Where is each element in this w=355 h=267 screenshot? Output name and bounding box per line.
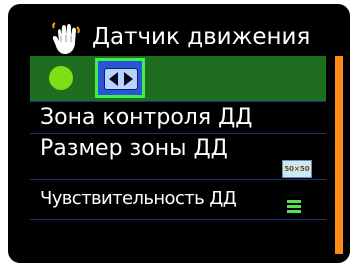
menu-item-empty [30, 220, 326, 256]
left-right-arrows-button[interactable] [95, 58, 145, 98]
green-dot-icon [49, 66, 73, 90]
menu-item-control-zone[interactable]: Зона контроля ДД [30, 102, 326, 134]
hand-motion-icon [52, 22, 80, 54]
arrows-glyph-icon [109, 72, 133, 86]
menu-item-sensitivity[interactable]: Чувствительность ДД [30, 180, 326, 220]
settings-menu: Зона контроля ДД Размер зоны ДД 50×50 Чу… [30, 56, 326, 256]
left-right-arrows-icon [104, 68, 138, 90]
menu-item-zone-size[interactable]: Размер зоны ДД 50×50 [30, 134, 326, 180]
zone-size-badge: 50×50 [282, 160, 312, 178]
title-bar: Датчик движения [8, 20, 350, 60]
menu-item-label: Чувствительность ДД [40, 188, 237, 209]
menu-scrollbar[interactable] [335, 56, 343, 254]
menu-item-label: Зона контроля ДД [40, 105, 253, 130]
screen-title: Датчик движения [92, 24, 311, 50]
osd-screen: Датчик движения Зона контроля ДД Размер … [8, 4, 350, 263]
sensitivity-bars-icon [287, 200, 301, 214]
menu-item-motion-toggle[interactable] [30, 56, 326, 102]
menu-item-label: Размер зоны ДД [40, 136, 228, 161]
